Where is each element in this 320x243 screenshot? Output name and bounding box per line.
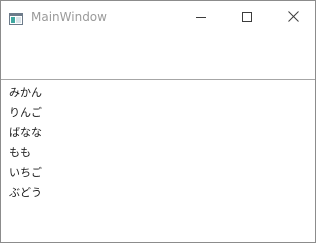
title-bar[interactable]: MainWindow	[1, 1, 315, 32]
maximize-icon	[242, 7, 252, 26]
fruit-listbox[interactable]: みかん りんご ばなな もも いちご ぶどう	[1, 79, 315, 242]
list-item[interactable]: ばなな	[9, 123, 42, 143]
minimize-icon	[196, 7, 206, 26]
maximize-button[interactable]	[224, 1, 270, 32]
list-item[interactable]: みかん	[9, 83, 42, 103]
empty-client-area	[1, 32, 315, 79]
main-window: MainWindow みかん りんご ばなな もも いちご ぶどう	[0, 0, 316, 243]
close-button[interactable]	[270, 1, 316, 32]
minimize-button[interactable]	[178, 1, 224, 32]
app-window-icon	[9, 10, 23, 25]
list-item[interactable]: もも	[9, 143, 31, 163]
list-item[interactable]: りんご	[9, 103, 42, 123]
list-item[interactable]: ぶどう	[9, 183, 42, 203]
close-icon	[287, 7, 299, 26]
list-item[interactable]: いちご	[9, 163, 42, 183]
window-title: MainWindow	[31, 10, 107, 24]
